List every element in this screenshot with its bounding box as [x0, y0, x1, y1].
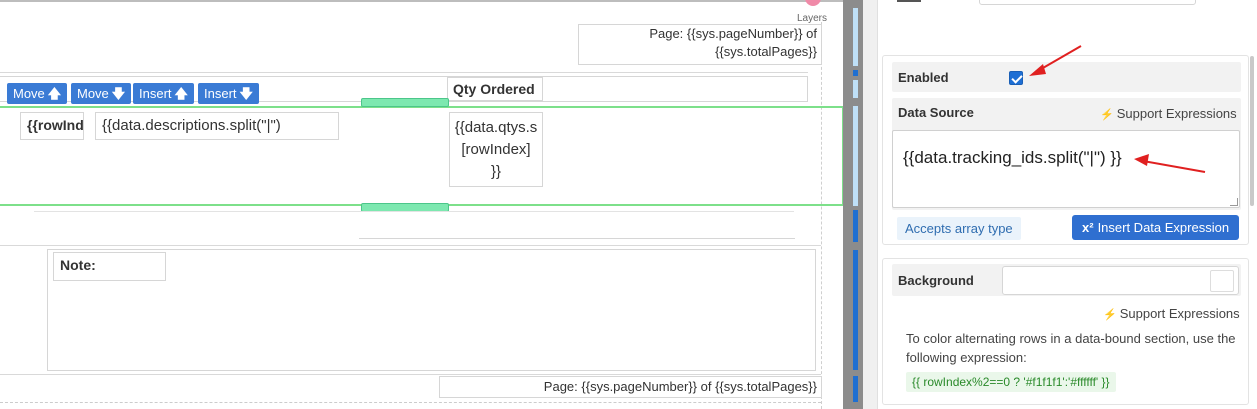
color-swatch[interactable]: [1210, 270, 1234, 292]
top-input[interactable]: [979, 0, 1196, 5]
alternating-row-expression: {{ rowIndex%2==0 ? '#f1f1f1':'#ffffff' }…: [906, 372, 1116, 392]
enabled-checkbox[interactable]: [1009, 71, 1023, 85]
section-divider: [0, 72, 808, 73]
resize-handle-top[interactable]: [361, 98, 449, 107]
section-divider: [0, 245, 821, 246]
move-down-button[interactable]: Move 🡇: [71, 83, 132, 104]
arrow-down-icon: 🡇: [111, 86, 126, 101]
arrow-up-icon: 🡅: [47, 86, 62, 101]
bolt-icon: ⚡: [1103, 309, 1117, 321]
splitter-marker: [853, 106, 858, 206]
footer-page-number: Page: {{sys.pageNumber}} of {{sys.totalP…: [543, 379, 817, 394]
properties-panel: Enabled Data Source ⚡ Support Expressions…: [878, 0, 1257, 409]
insert-above-button[interactable]: Insert 🡅: [133, 83, 194, 104]
splitter-marker: [853, 80, 858, 98]
arrow-down-icon: 🡇: [239, 86, 253, 101]
splitter-marker: [853, 8, 858, 66]
qty-header-label: Qty Ordered: [453, 81, 535, 97]
background-input[interactable]: [1002, 266, 1239, 295]
section-divider: [0, 374, 821, 375]
layers-pin-icon: [805, 0, 821, 6]
panel-scrollbar[interactable]: [863, 0, 878, 409]
splitter-marker: [853, 210, 858, 242]
move-up-button[interactable]: Move 🡅: [7, 83, 68, 104]
section-divider: [0, 402, 821, 403]
report-canvas[interactable]: Layers Page: {{sys.pageNumber}} of {{sys…: [0, 0, 843, 409]
note-label[interactable]: Note:: [53, 252, 166, 281]
data-source-label: Data Source: [898, 105, 974, 120]
enabled-label: Enabled: [898, 70, 949, 85]
splitter-marker: [853, 70, 858, 76]
panel-scrollbar-thumb[interactable]: [1250, 56, 1254, 206]
canvas-top-border: [0, 0, 843, 2]
layers-label: Layers: [797, 13, 828, 24]
section-divider: [34, 211, 794, 212]
header-page-number: Page: {{sys.pageNumber}} of {{sys.totalP…: [649, 26, 817, 59]
superscript-x-icon: x²: [1082, 220, 1094, 235]
background-support-expressions-link[interactable]: ⚡ Support Expressions: [1103, 306, 1240, 321]
support-expressions-link[interactable]: ⚡ Support Expressions: [1100, 106, 1237, 121]
background-label: Background: [898, 273, 974, 288]
section-divider: [359, 238, 795, 239]
row-index-cell[interactable]: {{rowInd: [20, 112, 84, 140]
top-label-fragment: [897, 0, 921, 2]
insert-below-button[interactable]: Insert 🡇: [198, 83, 259, 104]
qtys-cell[interactable]: {{data.qtys.s [rowIndex] }}: [449, 112, 543, 187]
textarea-resize-handle[interactable]: [1230, 198, 1238, 206]
splitter-marker: [853, 250, 858, 370]
guide-line: [821, 22, 822, 409]
descriptions-cell[interactable]: {{data.descriptions.split("|"): [95, 112, 339, 140]
data-source-input[interactable]: {{data.tracking_ids.split("|") }}: [892, 130, 1240, 208]
arrow-up-icon: 🡅: [174, 86, 188, 101]
bolt-icon: ⚡: [1100, 109, 1114, 121]
insert-data-expression-button[interactable]: x² Insert Data Expression: [1072, 215, 1240, 240]
accepts-array-badge: Accepts array type: [897, 217, 1021, 240]
background-help-text: To color alternating rows in a data-boun…: [906, 331, 1236, 365]
splitter-marker: [853, 376, 858, 402]
